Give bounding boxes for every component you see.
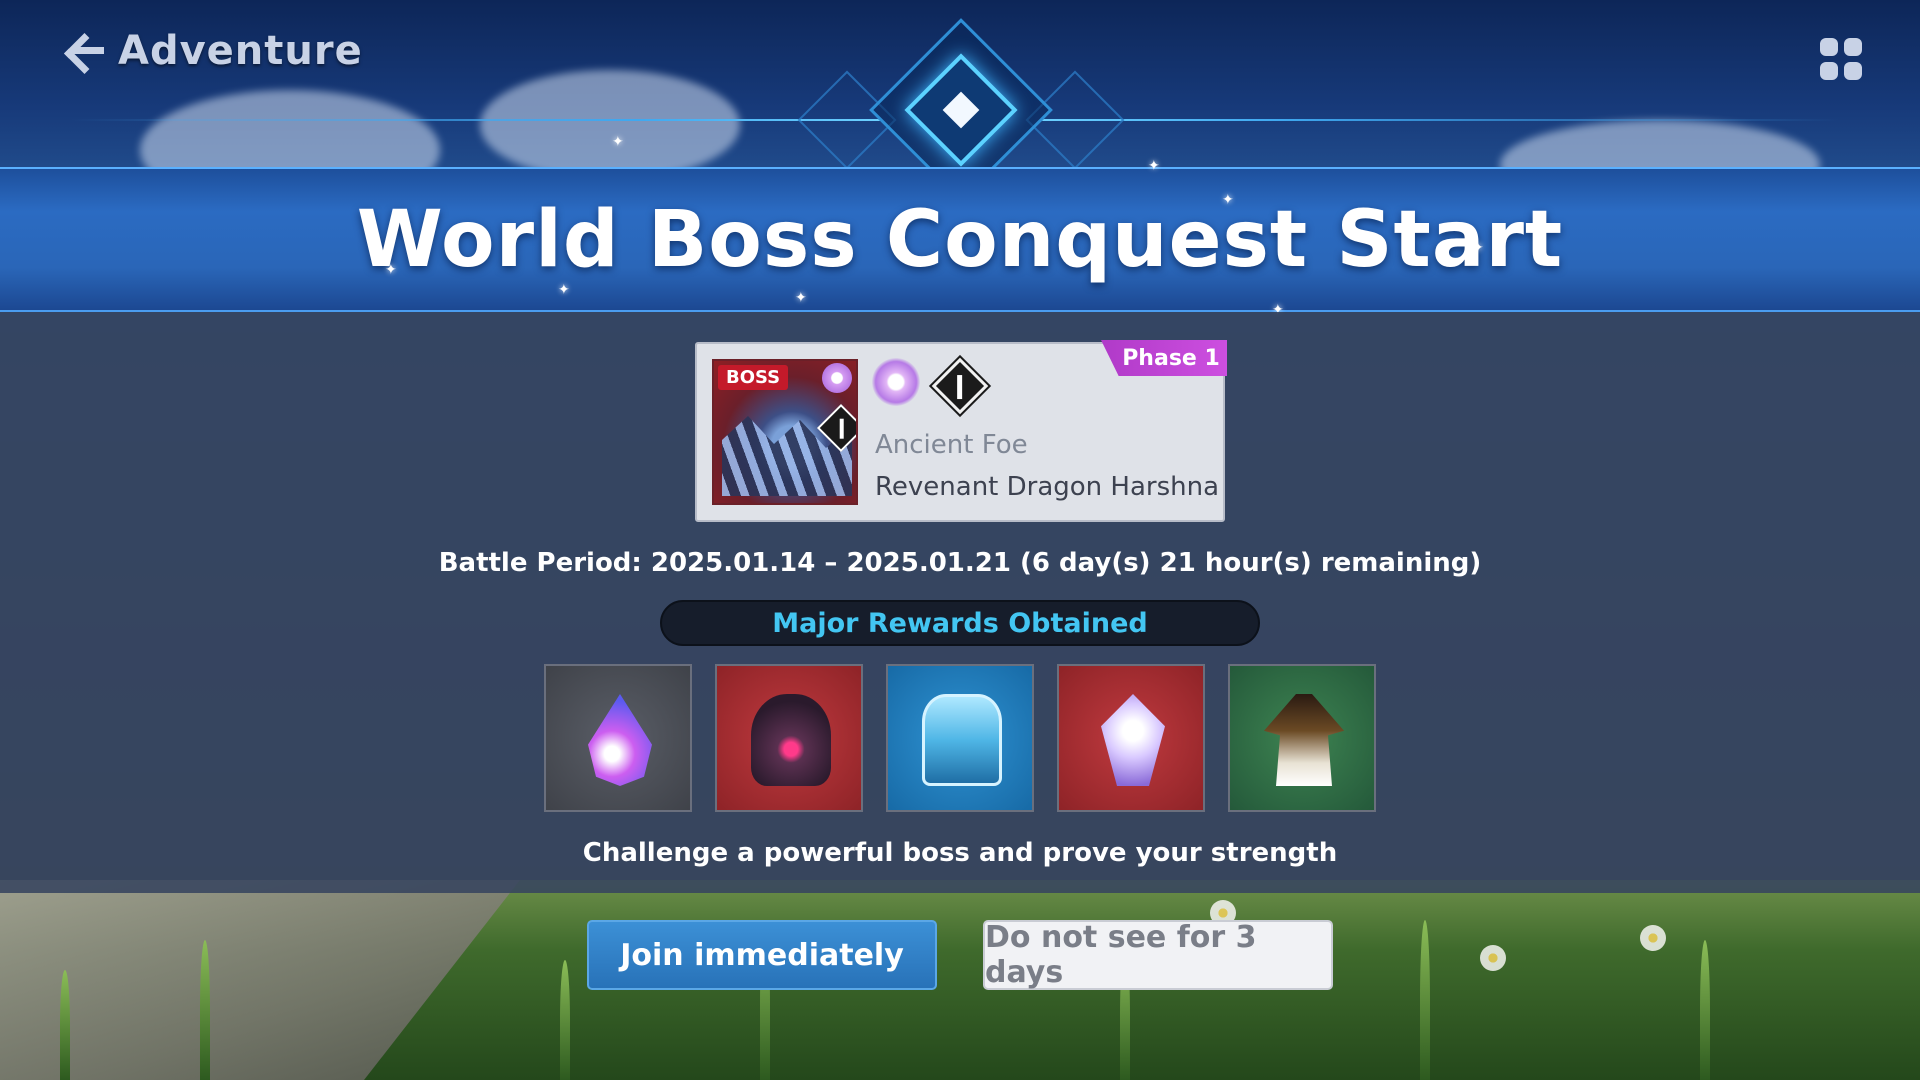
- hide-3-days-button[interactable]: Do not see for 3 days: [983, 920, 1333, 990]
- sparkle: ✦: [1472, 240, 1484, 256]
- grass-blade: [560, 960, 570, 1080]
- flower: [1480, 945, 1506, 971]
- sparkle: ✦: [1222, 192, 1234, 208]
- emblem-line-left: [70, 119, 880, 121]
- menu-dot: [1820, 38, 1838, 56]
- back-button[interactable]: Adventure: [62, 28, 363, 74]
- reward-item[interactable]: [886, 664, 1034, 812]
- sparkle: ✦: [1148, 158, 1160, 174]
- menu-dot: [1844, 62, 1862, 80]
- sparkle: ✦: [612, 134, 624, 150]
- grass-blade: [1420, 920, 1430, 1080]
- sparkle: ✦: [385, 262, 397, 278]
- back-arrow-icon: [62, 29, 106, 73]
- boss-portrait: BOSS: [712, 359, 858, 505]
- dark-helmet-icon: [751, 694, 831, 786]
- grass-blade: [1700, 940, 1710, 1080]
- grid-menu-icon[interactable]: [1820, 38, 1862, 80]
- ice-chest-icon: [922, 694, 1002, 786]
- rewards-header: Major Rewards Obtained: [660, 600, 1260, 646]
- banner-title: World Boss Conquest Start: [356, 194, 1564, 285]
- back-label: Adventure: [118, 28, 363, 74]
- boss-subtitle: Ancient Foe: [875, 430, 1028, 460]
- flower: [1640, 925, 1666, 951]
- gem-emblem-icon: [1101, 694, 1165, 786]
- grass-blade: [60, 970, 70, 1080]
- emblem-line-right: [1040, 119, 1840, 121]
- reward-item[interactable]: [715, 664, 863, 812]
- battle-period: Battle Period: 2025.01.14 – 2025.01.21 (…: [438, 548, 1482, 578]
- menu-dot: [1844, 38, 1862, 56]
- sparkle: ✦: [795, 290, 807, 306]
- join-immediately-button[interactable]: Join immediately: [587, 920, 937, 990]
- challenge-description: Challenge a powerful boss and prove your…: [582, 838, 1338, 868]
- cloud: [480, 70, 740, 180]
- reward-item[interactable]: [544, 664, 692, 812]
- reward-item[interactable]: [1228, 664, 1376, 812]
- crystal-drop-icon: [588, 694, 652, 786]
- menu-dot: [1820, 62, 1838, 80]
- grass-blade: [200, 940, 210, 1080]
- world-boss-popup-screen: Adventure World Boss Conquest Start ✦ ✦ …: [0, 0, 1920, 1080]
- rewards-title: Major Rewards Obtained: [772, 607, 1148, 639]
- robe-costume-icon: [1264, 694, 1344, 786]
- reward-item[interactable]: [1057, 664, 1205, 812]
- boss-tag: BOSS: [718, 365, 789, 390]
- sparkle: ✦: [558, 282, 570, 298]
- element-mini-icon: [822, 363, 852, 393]
- element-icon: [872, 358, 920, 406]
- title-banner: World Boss Conquest Start: [0, 167, 1920, 312]
- phase-tag: Phase 1: [1101, 340, 1227, 376]
- boss-name: Revenant Dragon Harshna: [875, 472, 1220, 502]
